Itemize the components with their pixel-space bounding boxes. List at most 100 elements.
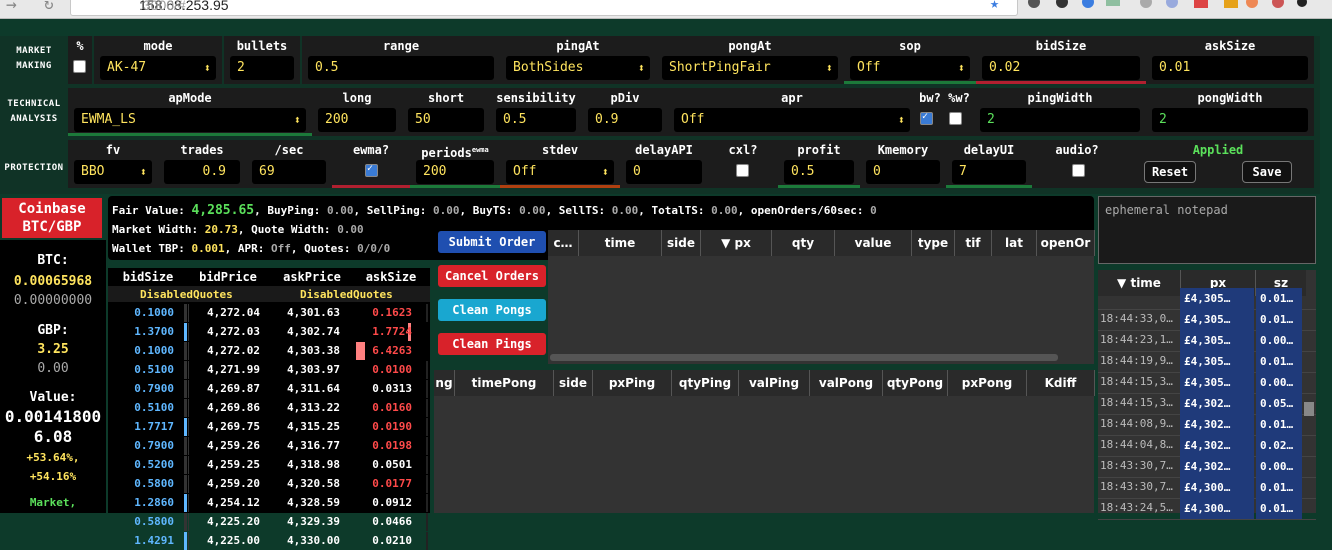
pongwidth-input[interactable]: 2 (1152, 108, 1308, 132)
trades-col-valpong[interactable]: valPong (810, 370, 883, 396)
ask-depth-bar (426, 532, 428, 550)
back-arrow-icon[interactable]: → (6, 0, 17, 15)
ewma-checkbox[interactable] (365, 163, 378, 177)
clean-pongs-button[interactable]: Clean Pongs (438, 299, 546, 321)
pongat-label: pongAt (728, 39, 772, 53)
trades-col-valping[interactable]: valPing (739, 370, 810, 396)
range-input[interactable]: 0.5 (308, 56, 494, 80)
pdiv-input[interactable]: 0.9 (588, 108, 662, 132)
cxl-checkbox[interactable] (736, 164, 749, 177)
url-bar[interactable]: 158.68.253.95:3000/# (70, 0, 1018, 16)
mode-select[interactable]: AK-47 (100, 56, 216, 80)
exchange-name: Coinbase (18, 201, 86, 217)
sop-select[interactable]: Off (850, 56, 970, 80)
market-trades-table: ▼ time px sz £4,305… 0.01… 18:44:33,0… £4,3… (1098, 270, 1316, 520)
gbp-label: GBP: (37, 323, 69, 338)
sec-input[interactable]: 69 (252, 160, 326, 184)
delayapi-input[interactable]: 0 (626, 160, 702, 184)
bid-price: 4,272.02 (207, 344, 260, 357)
kmemory-label: Kmemory (877, 143, 929, 157)
trades-input[interactable]: 0.9 (164, 160, 240, 184)
bullets-input[interactable]: 2 (230, 56, 294, 80)
submit-order-button[interactable]: Submit Order (438, 231, 546, 253)
book-row: 0.1000 4,272.02 4,303.38 6.4263 (108, 342, 430, 360)
sec-cell: /sec 69 (246, 140, 332, 188)
orders-col-side[interactable]: side (662, 230, 701, 256)
asksize-input[interactable]: 0.01 (1152, 56, 1308, 80)
market-width: 20.73 (204, 223, 238, 236)
orders-col-qty[interactable]: qty (772, 230, 835, 256)
mt-price: £4,302… (1180, 414, 1254, 435)
book-divider (188, 323, 189, 341)
ask-size: 0.0210 (372, 534, 412, 547)
stdev-select[interactable]: Off (506, 160, 614, 184)
ask-depth-bar (426, 361, 428, 379)
apr-select[interactable]: Off (674, 108, 910, 132)
reset-button[interactable]: Reset (1144, 161, 1196, 183)
mt-price: £4,305… (1180, 288, 1254, 309)
bid-depth-bar (184, 361, 187, 379)
pct-checkbox[interactable] (73, 60, 86, 73)
clean-pings-button[interactable]: Clean Pings (438, 333, 546, 355)
bid-size: 1.2860 (134, 496, 174, 509)
apmode-select[interactable]: EWMA_LS (74, 108, 306, 132)
sensibility-input[interactable]: 0.5 (496, 108, 576, 132)
trades-col-pxping[interactable]: pxPing (593, 370, 672, 396)
btc-label: BTC: (37, 253, 69, 268)
orders-col-tif[interactable]: tif (955, 230, 992, 256)
book-divider (188, 361, 189, 379)
save-button[interactable]: Save (1242, 161, 1292, 183)
ask-size: 0.0177 (372, 477, 412, 490)
fv-line-1: Fair Value: 4,285.65, BuyPing: 0.00, Sel… (112, 203, 877, 218)
short-input[interactable]: 50 (408, 108, 484, 132)
profit-input[interactable]: 0.5 (784, 160, 854, 184)
trades-col-side[interactable]: side (554, 370, 593, 396)
notepad-textarea[interactable]: ephemeral notepad (1098, 196, 1316, 264)
cancel-orders-button[interactable]: Cancel Orders (438, 265, 546, 287)
orders-col-type[interactable]: type (912, 230, 955, 256)
bid-price: 4,254.12 (207, 496, 260, 509)
kmemory-input[interactable]: 0 (866, 160, 940, 184)
pongwidth-cell: pongWidth 2 (1146, 88, 1314, 136)
periods-input[interactable]: 200 (416, 160, 494, 184)
pingwidth-input[interactable]: 2 (980, 108, 1140, 132)
fv-cell: fv BBO (68, 140, 158, 188)
market-trade-row: 18:44:15,3… £4,305… 0.00… (1098, 372, 1316, 394)
trades-col-qtypong[interactable]: qtyPong (883, 370, 948, 396)
pongat-cell: pongAt ShortPingFair (656, 36, 844, 84)
applied-status: Applied (1192, 143, 1244, 157)
trades-col-pxpong[interactable]: pxPong (948, 370, 1027, 396)
pw-checkbox[interactable] (949, 112, 962, 125)
trades-col-qtyping[interactable]: qtyPing (672, 370, 739, 396)
row-label-technical-analysis: TECHNICAL ANALYSIS (7, 99, 61, 124)
orders-scrollbar[interactable] (550, 354, 1058, 361)
orders-col-time[interactable]: time (579, 230, 662, 256)
reload-icon[interactable]: ↻ (44, 0, 54, 13)
delayui-input[interactable]: 7 (952, 160, 1026, 184)
orders-col-openorders[interactable]: openOr (1037, 230, 1095, 256)
config-panel: MARKET MAKING % mode AK-47 bullets 2 ran… (0, 36, 1320, 194)
open-orders-table: c… time side ▼ px qty value type tif lat… (548, 230, 1095, 364)
orders-col-lat[interactable]: lat (992, 230, 1037, 256)
audio-checkbox[interactable] (1072, 164, 1085, 177)
pingat-select[interactable]: BothSides (506, 56, 650, 80)
bookmark-star-icon[interactable]: ★ (990, 0, 999, 12)
ask-depth-bar (426, 456, 428, 474)
trades-col-kdiff[interactable]: Kdiff (1027, 370, 1095, 396)
book-divider (188, 437, 189, 455)
trades-col-ping[interactable]: ng (434, 370, 455, 396)
periods-underline (410, 185, 500, 188)
market-trades-scrollbar[interactable] (1304, 402, 1314, 416)
fv-select[interactable]: BBO (74, 160, 152, 184)
ask-price: 4,329.39 (287, 515, 340, 528)
bidsize-input[interactable]: 0.02 (982, 56, 1140, 80)
long-input[interactable]: 200 (318, 108, 396, 132)
pongat-select[interactable]: ShortPingFair (662, 56, 838, 80)
trades-col-timepong[interactable]: timePong (455, 370, 554, 396)
bw-checkbox[interactable] (920, 111, 933, 125)
orders-col-value[interactable]: value (835, 230, 912, 256)
book-divider (188, 418, 189, 436)
value-label: Value: (29, 390, 77, 405)
orders-col-px[interactable]: ▼ px (701, 230, 772, 256)
orders-col-c[interactable]: c… (548, 230, 579, 256)
